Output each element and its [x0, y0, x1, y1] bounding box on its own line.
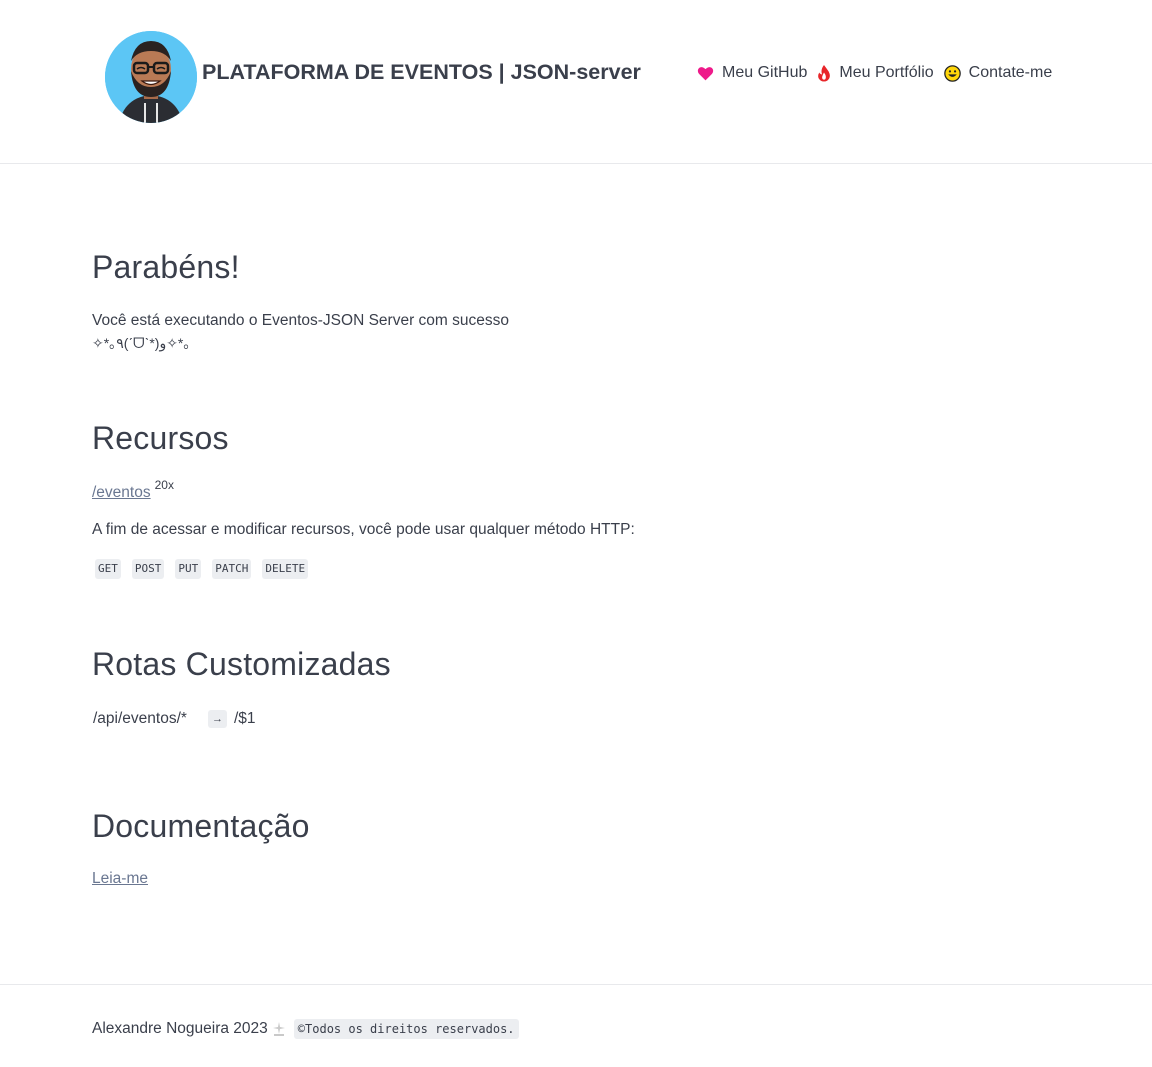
resource-count: 20x	[154, 478, 174, 492]
congrats-heading: Parabéns!	[92, 249, 240, 285]
method-patch: PATCH	[212, 559, 252, 579]
app-title: PLATAFORMA DE EVENTOS | JSON-server	[202, 60, 641, 84]
method-delete: DELETE	[262, 559, 309, 579]
heart-icon	[697, 66, 714, 80]
docs-row: Leia-me	[92, 870, 148, 888]
custom-route: /api/eventos/* → /$1	[93, 710, 256, 728]
readme-link[interactable]: Leia-me	[92, 870, 148, 887]
nav-github-label: Meu GitHub	[722, 64, 808, 81]
nav-github-link[interactable]: Meu GitHub	[697, 64, 807, 82]
resources-heading: Recursos	[92, 420, 229, 456]
nav-contact-label: Contate-me	[968, 64, 1053, 81]
method-put: PUT	[175, 559, 202, 579]
congrats-text: Você está executando o Eventos-JSON Serv…	[92, 312, 509, 329]
resource-row: /eventos 20x	[92, 478, 174, 502]
methods-description: A fim de acessar e modificar recursos, v…	[92, 521, 635, 538]
route-to: /$1	[233, 710, 256, 727]
http-methods: GET POST PUT PATCH DELETE	[95, 559, 319, 579]
fire-icon	[818, 64, 831, 82]
route-arrow-icon: →	[207, 710, 227, 728]
sparkle-icon	[272, 1022, 285, 1036]
route-from: /api/eventos/*	[93, 710, 187, 727]
method-post: POST	[131, 559, 165, 579]
header: PLATAFORMA DE EVENTOS | JSON-server Meu …	[0, 0, 1152, 164]
footer-content: Alexandre Nogueira 2023 ©Todos os direit…	[92, 1019, 519, 1039]
eventos-link[interactable]: /eventos	[92, 484, 151, 501]
docs-heading: Documentação	[92, 808, 310, 844]
smiley-icon	[943, 64, 961, 82]
nav-portfolio-link[interactable]: Meu Portfólio	[817, 64, 934, 82]
nav-portfolio-label: Meu Portfólio	[839, 64, 934, 81]
method-get: GET	[95, 559, 121, 579]
avatar-illustration	[105, 31, 197, 123]
top-nav: Meu GitHub Meu Portfólio Contate-me	[697, 64, 1052, 82]
avatar	[105, 31, 197, 123]
footer-author: Alexandre Nogueira 2023	[92, 1020, 268, 1037]
nav-contact-link[interactable]: Contate-me	[943, 64, 1053, 82]
footer-rights: ©Todos os direitos reservados.	[293, 1019, 519, 1039]
routes-heading: Rotas Customizadas	[92, 646, 391, 682]
kaomoji-text: ✧*｡٩(ˊᗜˋ*)و✧*｡	[92, 335, 191, 351]
